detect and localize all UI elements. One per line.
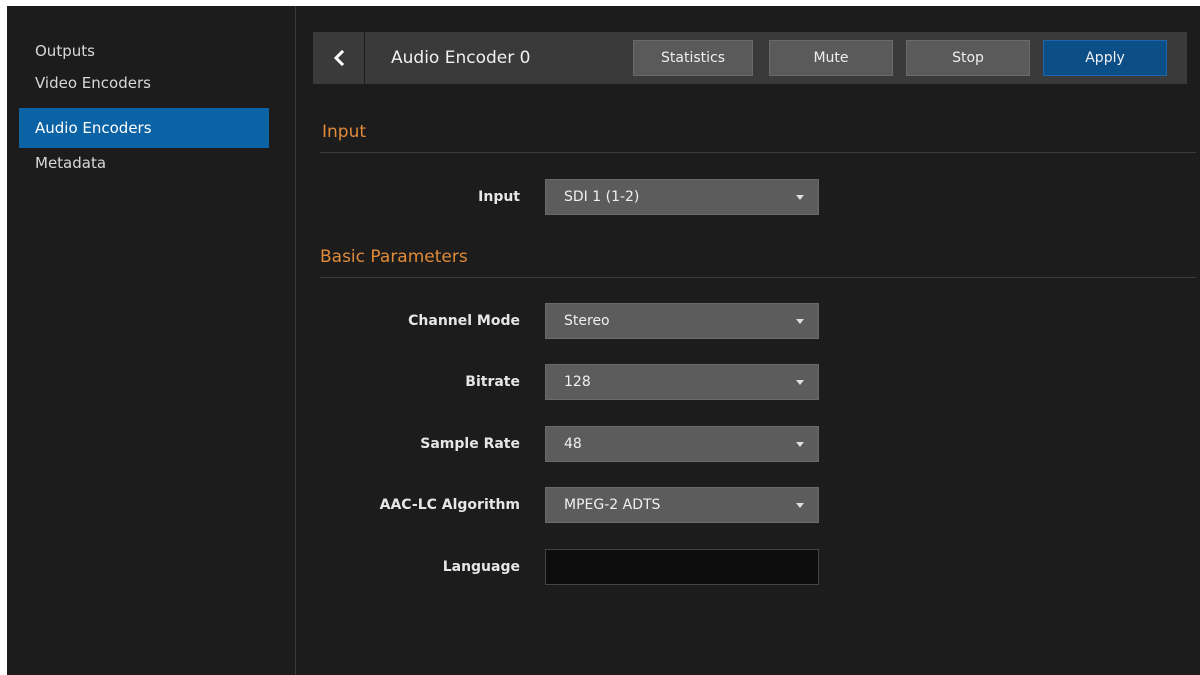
section-divider [320, 152, 1196, 153]
sidebar: Outputs Video Encoders Audio Encoders Me… [7, 6, 296, 675]
sidebar-item-metadata[interactable]: Metadata [19, 148, 269, 188]
mute-button[interactable]: Mute [769, 40, 893, 76]
stop-button[interactable]: Stop [906, 40, 1030, 76]
channel-mode-select[interactable]: Stereo [545, 303, 819, 339]
section-title-basic-parameters: Basic Parameters [320, 247, 468, 267]
bitrate-label: Bitrate [465, 374, 520, 390]
channel-mode-label: Channel Mode [408, 313, 520, 329]
sidebar-item-outputs[interactable]: Outputs [19, 36, 269, 68]
section-title-input: Input [322, 122, 367, 142]
input-select[interactable]: SDI 1 (1-2) [545, 179, 819, 215]
aac-lc-algorithm-label: AAC-LC Algorithm [379, 497, 520, 513]
caret-down-icon [796, 380, 804, 385]
chevron-left-icon [333, 50, 344, 66]
sidebar-item-video-encoders[interactable]: Video Encoders [19, 68, 269, 108]
caret-down-icon [796, 319, 804, 324]
input-select-value: SDI 1 (1-2) [564, 189, 640, 205]
language-input[interactable] [545, 549, 819, 585]
bitrate-value: 128 [564, 374, 591, 390]
app-frame: Outputs Video Encoders Audio Encoders Me… [7, 6, 1200, 675]
sample-rate-select[interactable]: 48 [545, 426, 819, 462]
back-button[interactable] [313, 32, 365, 84]
sample-rate-value: 48 [564, 436, 582, 452]
channel-mode-value: Stereo [564, 313, 610, 329]
language-label: Language [442, 559, 520, 575]
input-label: Input [478, 189, 520, 205]
sample-rate-label: Sample Rate [420, 436, 520, 452]
aac-lc-algorithm-value: MPEG-2 ADTS [564, 497, 661, 513]
statistics-button[interactable]: Statistics [633, 40, 753, 76]
bitrate-select[interactable]: 128 [545, 364, 819, 400]
caret-down-icon [796, 442, 804, 447]
caret-down-icon [796, 503, 804, 508]
page-title: Audio Encoder 0 [391, 48, 531, 68]
caret-down-icon [796, 195, 804, 200]
header-bar: Audio Encoder 0 Statistics Mute Stop App… [313, 32, 1187, 84]
apply-button[interactable]: Apply [1043, 40, 1167, 76]
sidebar-list: Outputs Video Encoders Audio Encoders Me… [19, 36, 269, 188]
sidebar-item-audio-encoders[interactable]: Audio Encoders [19, 108, 269, 148]
section-divider [320, 277, 1196, 278]
aac-lc-algorithm-select[interactable]: MPEG-2 ADTS [545, 487, 819, 523]
